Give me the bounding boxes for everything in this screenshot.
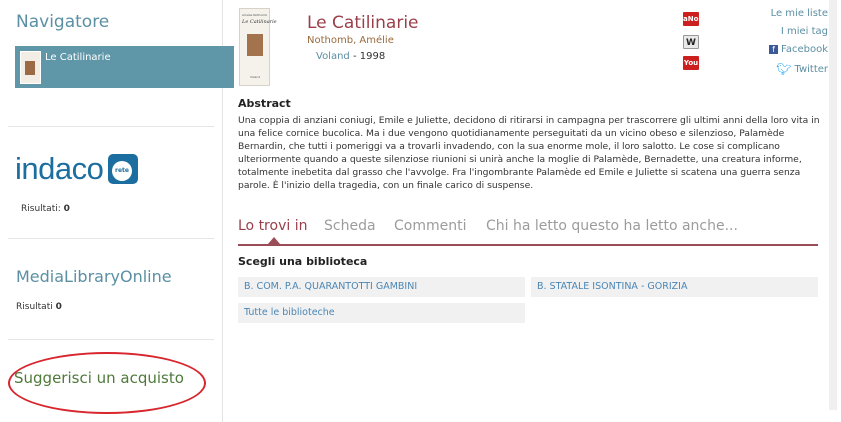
mlol-results-value: 0 bbox=[55, 302, 62, 312]
abstract-text: Una coppia di anziani coniugi, Emile e J… bbox=[238, 115, 820, 191]
anobii-icon[interactable]: aNobii bbox=[683, 12, 708, 26]
mlol-title[interactable]: MediaLibraryOnline bbox=[16, 267, 172, 286]
my-tags-link[interactable]: I miei tag bbox=[781, 26, 828, 37]
cover-title: Le Catilinarie bbox=[242, 19, 277, 25]
indaco-results-label: Risultati: bbox=[21, 204, 61, 214]
active-tab-indicator bbox=[268, 237, 280, 244]
cover-artwork bbox=[247, 34, 263, 56]
publication-year: 1998 bbox=[359, 51, 386, 62]
abstract-heading: Abstract bbox=[238, 97, 291, 110]
tab-scheda[interactable]: Scheda bbox=[324, 218, 376, 234]
tab-chi-ha-letto[interactable]: Chi ha letto questo ha letto anche... bbox=[486, 218, 738, 234]
divider bbox=[8, 339, 214, 340]
book-author[interactable]: Nothomb, Amélie bbox=[307, 35, 394, 46]
divider bbox=[8, 238, 214, 239]
wikipedia-icon[interactable]: W bbox=[683, 35, 699, 49]
facebook-share[interactable]: f Facebook bbox=[769, 44, 828, 55]
mlol-results-label: Risultati bbox=[16, 302, 53, 312]
publisher-link[interactable]: Voland bbox=[316, 51, 350, 62]
cover-publisher: Voland bbox=[250, 75, 261, 79]
book-title: Le Catilinarie bbox=[307, 13, 419, 33]
book-cover[interactable]: Amélie Nothomb Le Catilinarie Voland bbox=[239, 8, 277, 86]
year-separator: - bbox=[349, 51, 360, 62]
twitter-share[interactable]: 🐦︎ Twitter bbox=[776, 62, 828, 76]
tab-commenti[interactable]: Commenti bbox=[394, 218, 466, 234]
tab-bar: Lo trovi in Scheda Commenti Chi ha letto… bbox=[238, 218, 818, 246]
indaco-results: Risultati: 0 bbox=[21, 204, 70, 214]
facebook-label: Facebook bbox=[781, 44, 828, 55]
twitter-label: Twitter bbox=[794, 64, 828, 75]
indaco-logo[interactable]: indaco rete bbox=[15, 152, 145, 186]
navigator-thumbnail bbox=[20, 51, 41, 84]
scrollbar[interactable] bbox=[829, 0, 837, 410]
book-publisher-year: Voland - 1998 bbox=[316, 51, 385, 62]
highlight-oval bbox=[8, 352, 206, 414]
mlol-results: Risultati 0 bbox=[16, 302, 62, 312]
navigator-item[interactable]: Le Catilinarie bbox=[15, 46, 234, 88]
all-libraries-link[interactable]: Tutte le biblioteche bbox=[238, 303, 525, 323]
tab-lo-trovi-in[interactable]: Lo trovi in bbox=[238, 218, 307, 234]
library-item[interactable]: B. STATALE ISONTINA - GORIZIA bbox=[531, 277, 818, 297]
indaco-rete-icon: rete bbox=[108, 154, 138, 184]
navigator-title: Navigatore bbox=[16, 12, 110, 32]
my-lists-link[interactable]: Le mie liste bbox=[771, 8, 828, 19]
indaco-rete-label: rete bbox=[112, 161, 132, 181]
indaco-results-value: 0 bbox=[63, 204, 70, 214]
cover-author: Amélie Nothomb bbox=[242, 13, 268, 17]
youtube-icon[interactable]: You bbox=[683, 56, 699, 70]
library-item[interactable]: B. COM. P.A. QUARANTOTTI GAMBINI bbox=[238, 277, 525, 297]
indaco-wordmark: indaco bbox=[15, 151, 104, 186]
choose-library-heading: Scegli una biblioteca bbox=[238, 255, 368, 268]
divider bbox=[8, 126, 214, 127]
sidebar: Navigatore Le Catilinarie indaco rete Ri… bbox=[0, 0, 234, 422]
navigator-item-label: Le Catilinarie bbox=[45, 52, 111, 63]
facebook-icon: f bbox=[769, 44, 778, 54]
twitter-icon: 🐦︎ bbox=[776, 62, 792, 76]
